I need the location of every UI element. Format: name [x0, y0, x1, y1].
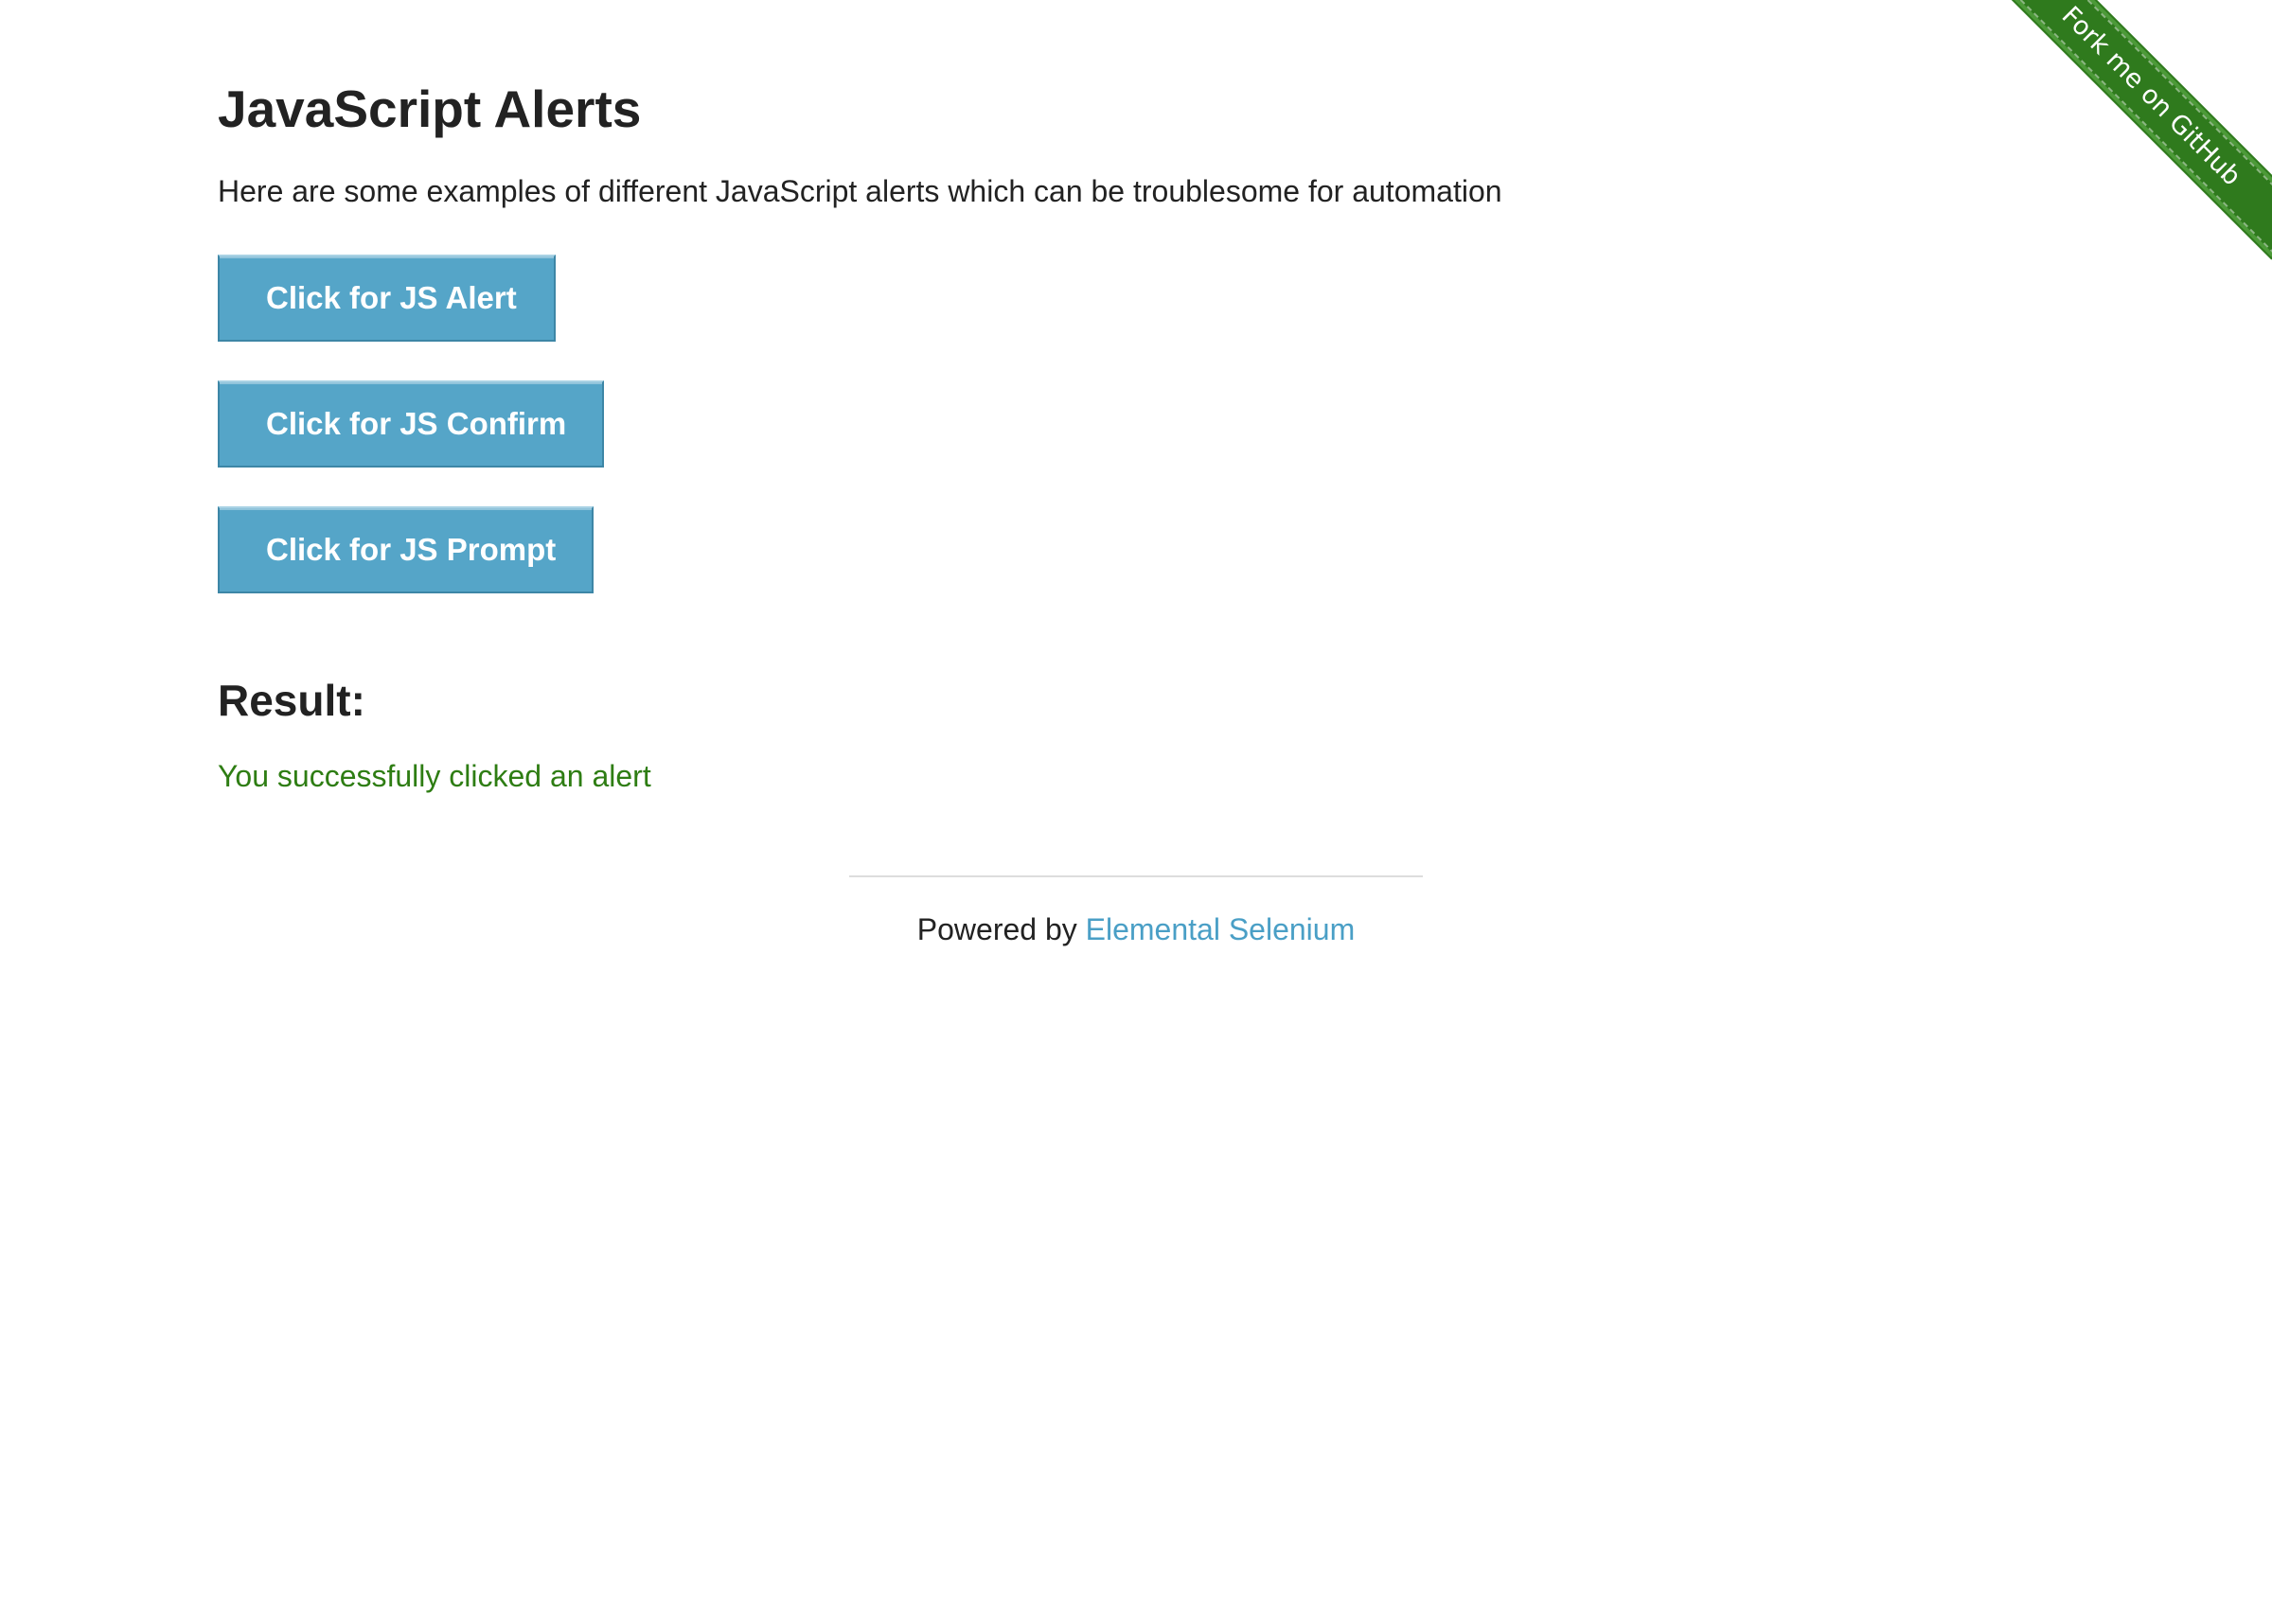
js-alert-button[interactable]: Click for JS Alert — [218, 255, 556, 342]
footer-divider — [849, 875, 1423, 877]
result-heading: Result: — [218, 676, 365, 725]
fork-on-github-ribbon[interactable]: Fork me on GitHub — [1990, 0, 2272, 257]
footer-prefix: Powered by — [916, 912, 1086, 946]
page-title: JavaScript Alerts — [218, 79, 642, 138]
footer: Powered by Elemental Selenium — [0, 909, 2272, 950]
github-ribbon-container: Fork me on GitHub — [1988, 0, 2272, 284]
js-prompt-button[interactable]: Click for JS Prompt — [218, 506, 594, 593]
js-confirm-button[interactable]: Click for JS Confirm — [218, 380, 604, 468]
elemental-selenium-link[interactable]: Elemental Selenium — [1086, 912, 1356, 946]
result-text: You successfully clicked an alert — [218, 759, 651, 793]
page: JavaScript Alerts Here are some examples… — [0, 0, 2272, 1624]
intro-text: Here are some examples of different Java… — [218, 174, 1502, 208]
